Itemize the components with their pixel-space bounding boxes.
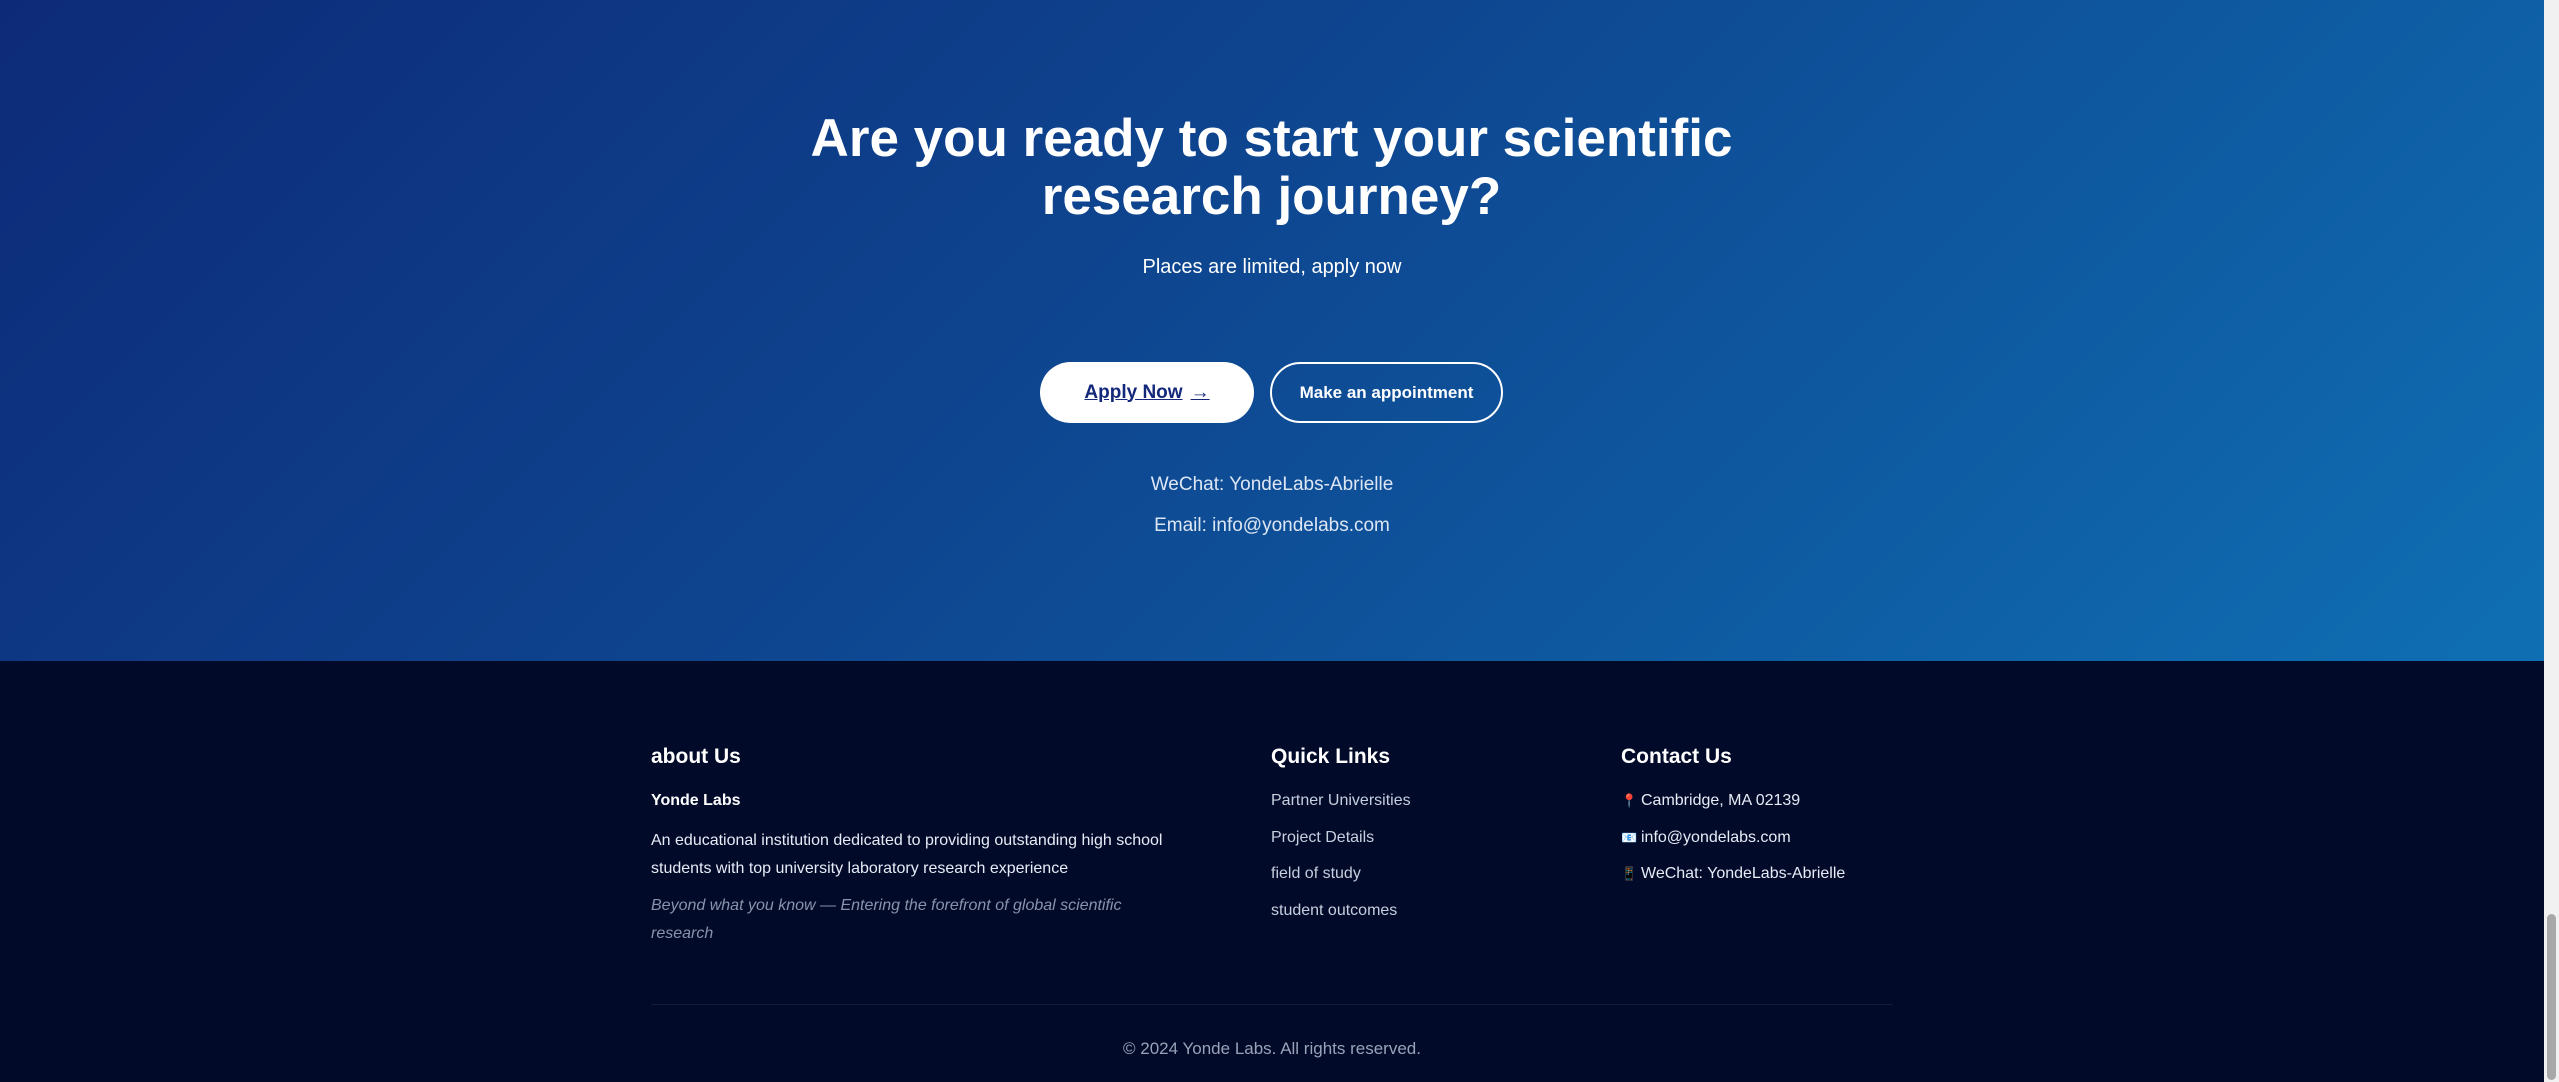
link-field-of-study[interactable]: field of study: [1271, 865, 1361, 883]
about-heading: about Us: [651, 745, 741, 768]
cta-wechat: WeChat: YondeLabs-Abrielle: [1150, 474, 1394, 495]
contact-wechat: 📱 WeChat: YondeLabs-Abrielle: [1621, 865, 1845, 883]
link-student-outcomes[interactable]: student outcomes: [1271, 902, 1397, 920]
arrow-right-icon: →: [1190, 381, 1210, 403]
site-footer: about Us Yonde Labs An educational insti…: [0, 661, 2544, 1082]
copyright-text: © 2024 Yonde Labs. All rights reserved.: [1123, 1039, 1421, 1058]
cta-subtitle: Places are limited, apply now: [1142, 256, 1402, 278]
contact-email-text: info@yondelabs.com: [1641, 829, 1791, 846]
link-partner-universities[interactable]: Partner Universities: [1271, 792, 1411, 810]
quick-links-heading: Quick Links: [1271, 745, 1391, 768]
contact-email: 📧 info@yondelabs.com: [1621, 829, 1791, 847]
make-appointment-label: Make an appointment: [1299, 382, 1474, 402]
apply-now-button[interactable]: Apply Now →: [1040, 362, 1254, 423]
cta-email: Email: info@yondelabs.com: [1154, 515, 1390, 536]
location-pin-icon: 📍: [1621, 793, 1638, 808]
page-scrollbar[interactable]: [2544, 0, 2559, 1082]
footer-divider: [651, 1004, 1893, 1005]
contact-wechat-text: WeChat: YondeLabs-Abrielle: [1641, 865, 1846, 882]
apply-now-label: Apply Now: [1084, 381, 1183, 403]
contact-address: 📍 Cambridge, MA 02139: [1621, 792, 1800, 810]
link-project-details[interactable]: Project Details: [1271, 829, 1374, 847]
scrollbar-thumb[interactable]: [2547, 914, 2556, 1080]
envelope-icon: 📧: [1621, 830, 1638, 845]
cta-section: Are you ready to start your scientific r…: [0, 0, 2544, 661]
about-motto: Beyond what you know — Entering the fore…: [651, 897, 1122, 942]
mobile-phone-icon: 📱: [1621, 866, 1638, 881]
contact-heading: Contact Us: [1621, 745, 1732, 768]
make-appointment-button[interactable]: Make an appointment: [1270, 362, 1503, 423]
contact-address-text: Cambridge, MA 02139: [1641, 792, 1801, 809]
page: Are you ready to start your scientific r…: [0, 0, 2559, 1082]
cta-title: Are you ready to start your scientific r…: [810, 109, 1733, 226]
about-description: An educational institution dedicated to …: [651, 832, 1163, 877]
about-company-name: Yonde Labs: [651, 792, 741, 809]
